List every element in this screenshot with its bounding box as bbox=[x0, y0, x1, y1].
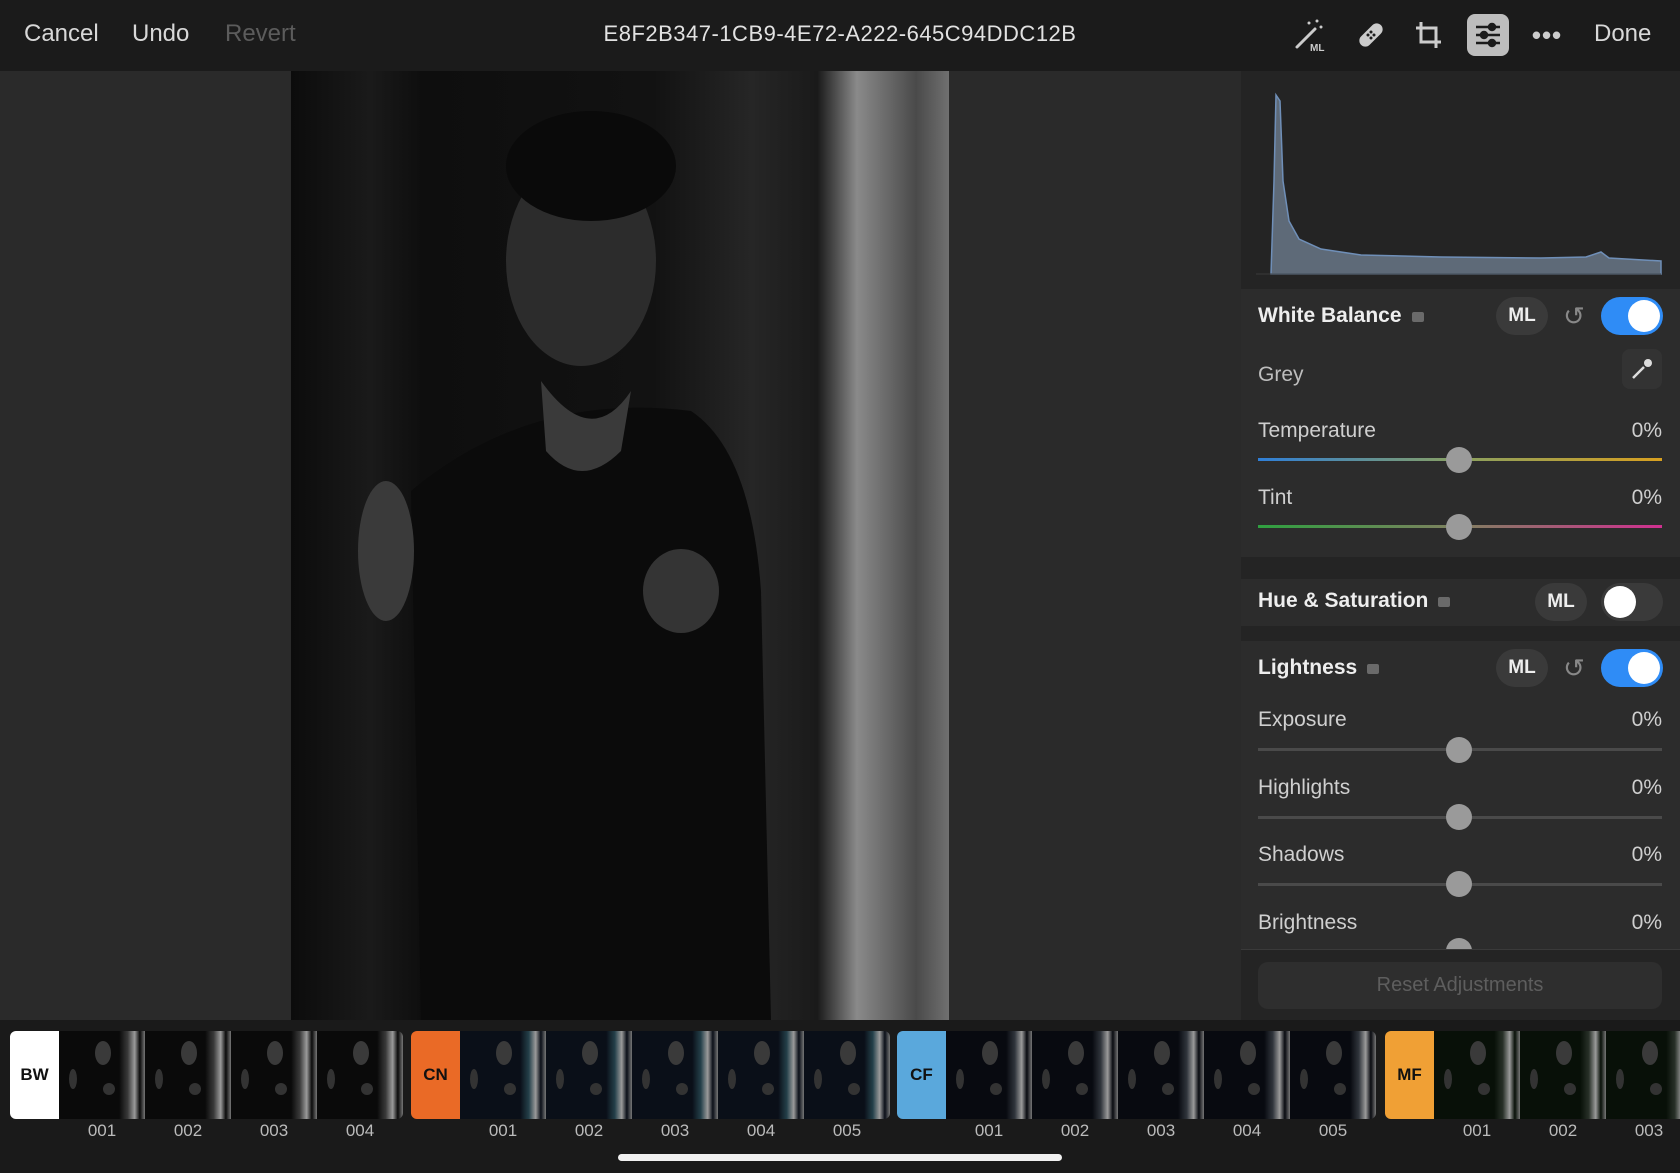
film-preset-label: 005 bbox=[832, 1121, 862, 1140]
lightness-title: Lightness bbox=[1258, 656, 1380, 680]
film-preset-thumbnail[interactable] bbox=[460, 1031, 546, 1119]
reset-adjustments-button[interactable]: Reset Adjustments bbox=[1258, 962, 1662, 1009]
unlock-icon[interactable] bbox=[1438, 597, 1451, 607]
tint-slider-thumb[interactable] bbox=[1446, 514, 1472, 540]
eyedropper-button[interactable] bbox=[1622, 349, 1662, 389]
film-preset-thumbnail[interactable] bbox=[59, 1031, 145, 1119]
film-preset-thumbnail[interactable] bbox=[632, 1031, 718, 1119]
film-preset-thumbnail[interactable] bbox=[1520, 1031, 1606, 1119]
film-preset-label: 002 bbox=[574, 1121, 604, 1140]
film-preset-label: 003 bbox=[1146, 1121, 1176, 1140]
adjustments-sliders-icon[interactable] bbox=[1467, 14, 1509, 56]
home-indicator[interactable] bbox=[618, 1154, 1062, 1161]
white-balance-toggle[interactable] bbox=[1601, 297, 1663, 335]
lightness-toggle[interactable] bbox=[1601, 649, 1663, 687]
film-preset-thumbnail[interactable] bbox=[1290, 1031, 1376, 1119]
temperature-slider-thumb[interactable] bbox=[1446, 447, 1472, 473]
exposure-slider-thumb[interactable] bbox=[1446, 737, 1472, 763]
more-icon[interactable]: ••• bbox=[1526, 14, 1568, 56]
hue-saturation-ml-button[interactable]: ML bbox=[1535, 583, 1587, 621]
exposure-value: 0% bbox=[1631, 708, 1662, 731]
film-preset-label: 004 bbox=[345, 1121, 375, 1140]
photo-preview[interactable] bbox=[291, 71, 949, 1020]
film-preset-label: 001 bbox=[1462, 1121, 1492, 1140]
lightness-title-text: Lightness bbox=[1258, 656, 1358, 679]
divider bbox=[1241, 949, 1680, 950]
film-group-cf-swatch[interactable]: CF bbox=[897, 1031, 946, 1119]
revert-button[interactable]: Revert bbox=[225, 20, 296, 48]
film-preset-label: 002 bbox=[173, 1121, 203, 1140]
highlights-slider-thumb[interactable] bbox=[1446, 804, 1472, 830]
film-preset-label: 004 bbox=[1232, 1121, 1262, 1140]
white-balance-ml-button[interactable]: ML bbox=[1496, 297, 1548, 335]
film-preset-thumbnail[interactable] bbox=[231, 1031, 317, 1119]
film-preset-thumbnail[interactable] bbox=[145, 1031, 231, 1119]
grey-label: Grey bbox=[1258, 363, 1304, 386]
film-preset-thumbnail[interactable] bbox=[1606, 1031, 1680, 1119]
film-preset-thumbnail[interactable] bbox=[317, 1031, 403, 1119]
shadows-slider-thumb[interactable] bbox=[1446, 871, 1472, 897]
tint-value: 0% bbox=[1631, 486, 1662, 509]
done-button[interactable]: Done bbox=[1594, 20, 1651, 48]
film-group-mf-swatch[interactable]: MF bbox=[1385, 1031, 1434, 1119]
film-preset-thumbnail[interactable] bbox=[546, 1031, 632, 1119]
white-balance-title: White Balance bbox=[1258, 304, 1424, 328]
film-preset-thumbnail[interactable] bbox=[1434, 1031, 1520, 1119]
film-preset-label: 003 bbox=[1634, 1121, 1664, 1140]
crop-icon[interactable] bbox=[1408, 14, 1450, 56]
exposure-label: Exposure bbox=[1258, 708, 1347, 731]
white-balance-reset-icon[interactable]: ↺ bbox=[1559, 301, 1589, 331]
film-preset-label: 003 bbox=[259, 1121, 289, 1140]
top-toolbar: Cancel Undo Revert E8F2B347-1CB9-4E72-A2… bbox=[0, 0, 1680, 71]
film-preset-thumbnail[interactable] bbox=[1032, 1031, 1118, 1119]
film-preset-label: 002 bbox=[1548, 1121, 1578, 1140]
brightness-value: 0% bbox=[1631, 911, 1662, 934]
film-preset-thumbnail[interactable] bbox=[1118, 1031, 1204, 1119]
film-preset-thumbnail[interactable] bbox=[804, 1031, 890, 1119]
highlights-label: Highlights bbox=[1258, 776, 1351, 799]
hue-saturation-title: Hue & Saturation bbox=[1258, 589, 1451, 613]
cancel-button[interactable]: Cancel bbox=[24, 20, 99, 48]
film-preset-label: 004 bbox=[746, 1121, 776, 1140]
ml-badge: ML bbox=[1310, 43, 1324, 53]
temperature-value: 0% bbox=[1631, 419, 1662, 442]
film-preset-label: 003 bbox=[660, 1121, 690, 1140]
bandage-icon[interactable] bbox=[1350, 14, 1392, 56]
film-preset-label: 001 bbox=[974, 1121, 1004, 1140]
film-preset-label: 001 bbox=[87, 1121, 117, 1140]
hue-saturation-title-text: Hue & Saturation bbox=[1258, 589, 1429, 612]
film-preset-label: 001 bbox=[488, 1121, 518, 1140]
hue-saturation-section: Hue & Saturation ML bbox=[1241, 579, 1680, 626]
film-preset-thumbnail[interactable] bbox=[946, 1031, 1032, 1119]
film-group-bw-swatch[interactable]: BW bbox=[10, 1031, 59, 1119]
lightness-ml-button[interactable]: ML bbox=[1496, 649, 1548, 687]
film-group-cn-swatch[interactable]: CN bbox=[411, 1031, 460, 1119]
highlights-value: 0% bbox=[1631, 776, 1662, 799]
eyedropper-icon bbox=[1632, 359, 1652, 379]
magic-wand-ml-icon[interactable]: ML bbox=[1290, 14, 1332, 56]
lightness-reset-icon[interactable]: ↺ bbox=[1559, 653, 1589, 683]
white-balance-title-text: White Balance bbox=[1258, 304, 1402, 327]
temperature-label: Temperature bbox=[1258, 419, 1376, 442]
film-preset-label: 005 bbox=[1318, 1121, 1348, 1140]
histogram bbox=[1256, 92, 1662, 275]
film-preset-thumbnail[interactable] bbox=[1204, 1031, 1290, 1119]
film-preset-label: 002 bbox=[1060, 1121, 1090, 1140]
shadows-label: Shadows bbox=[1258, 843, 1345, 866]
brightness-slider-thumb[interactable] bbox=[1446, 938, 1472, 949]
film-preset-thumbnail[interactable] bbox=[718, 1031, 804, 1119]
brightness-label: Brightness bbox=[1258, 911, 1358, 934]
unlock-icon[interactable] bbox=[1367, 664, 1380, 674]
unlock-icon[interactable] bbox=[1411, 312, 1424, 322]
undo-button[interactable]: Undo bbox=[132, 20, 189, 48]
tint-label: Tint bbox=[1258, 486, 1293, 509]
hue-saturation-toggle[interactable] bbox=[1601, 583, 1663, 621]
shadows-value: 0% bbox=[1631, 843, 1662, 866]
